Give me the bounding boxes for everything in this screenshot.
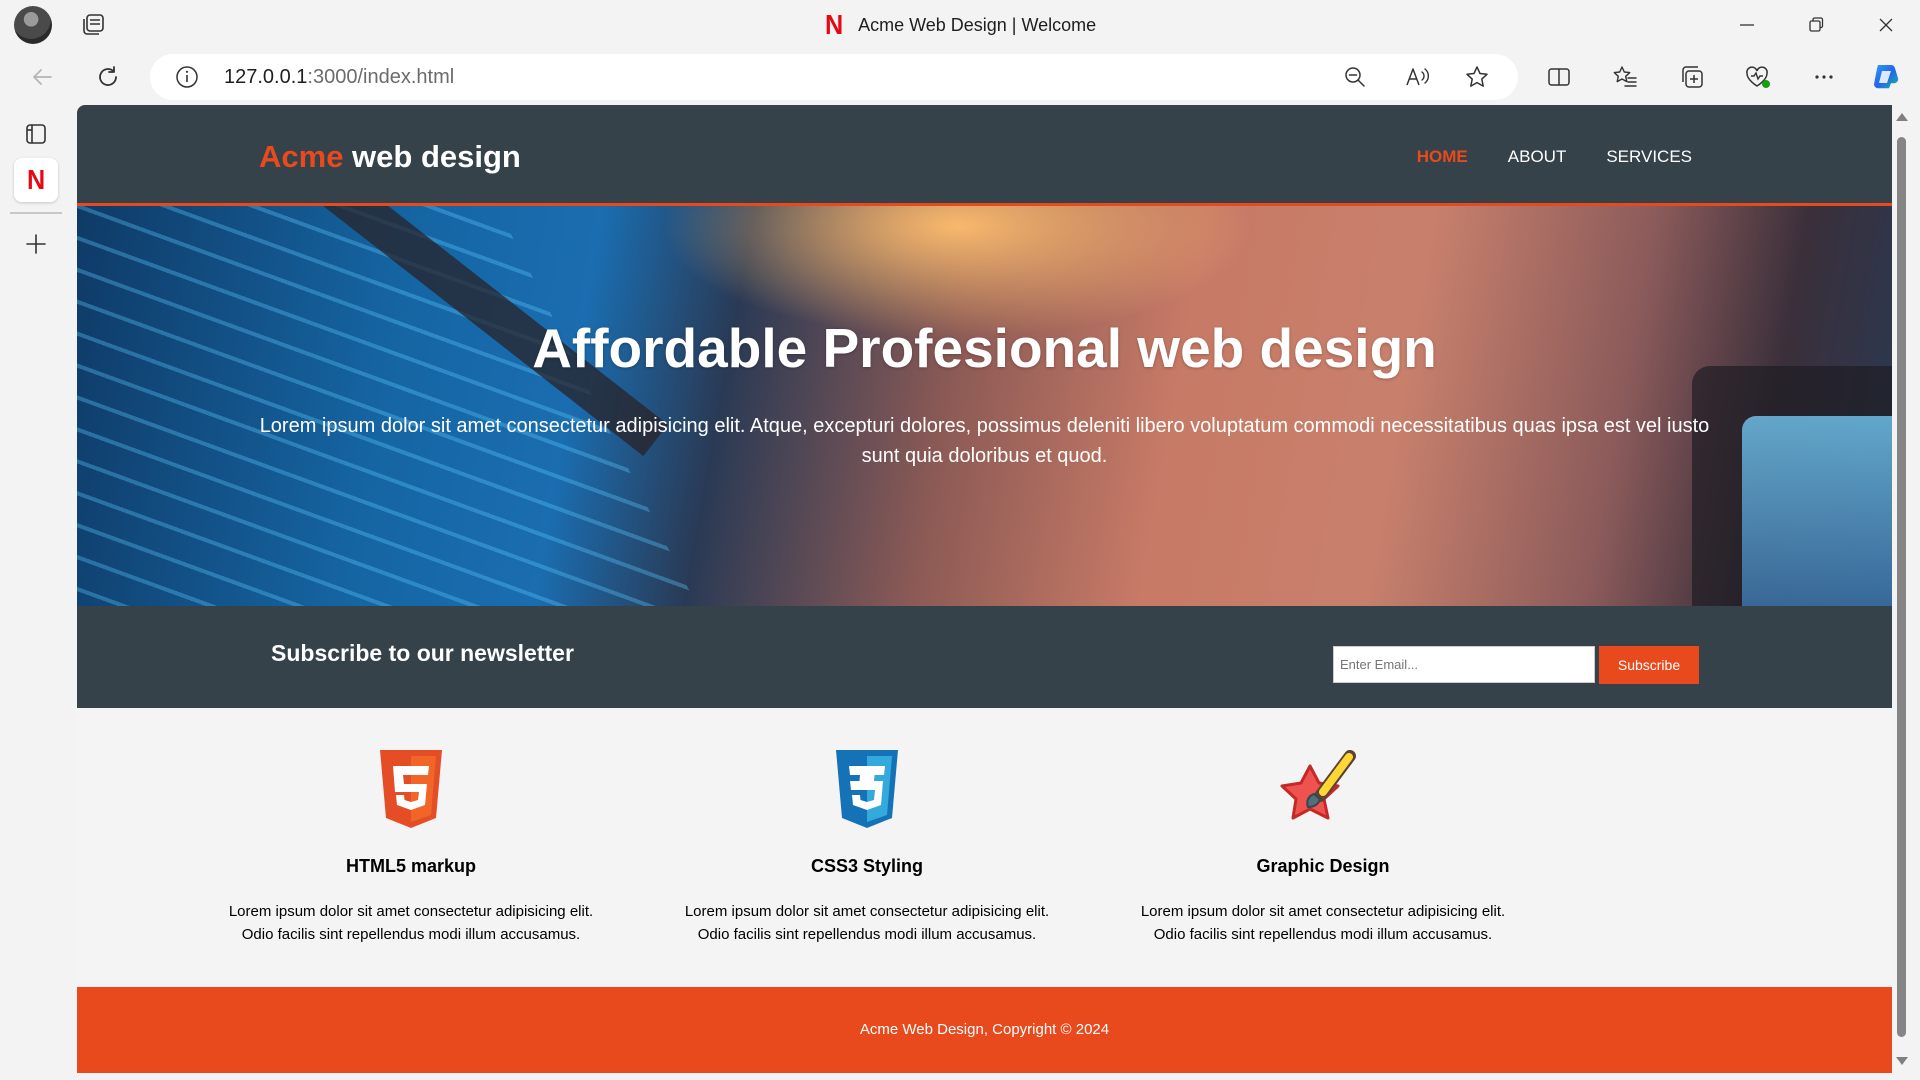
showcase-banner: Affordable Profesional web design Lorem … xyxy=(77,206,1892,606)
features-section: HTML5 markup Lorem ipsum dolor sit amet … xyxy=(77,708,1892,991)
feature-title: CSS3 Styling xyxy=(810,856,924,876)
page-scrollbar[interactable] xyxy=(1892,105,1910,1073)
newsletter-title: Subscribe to our newsletter xyxy=(271,640,574,666)
read-aloud-icon[interactable] xyxy=(1404,64,1432,95)
site-header: Acme web design HOME ABOUT SERVICES xyxy=(77,105,1892,206)
feature-text: Lorem ipsum dolor sit amet consectetur a… xyxy=(1140,903,1506,943)
favorite-star-icon[interactable] xyxy=(1464,64,1490,95)
new-tab-plus-icon[interactable] xyxy=(14,222,58,266)
feature-title: HTML5 markup xyxy=(345,856,477,876)
nav-home[interactable]: HOME xyxy=(1417,147,1468,167)
site-brand[interactable]: Acme web design xyxy=(259,139,521,175)
favorites-icon[interactable] xyxy=(1607,59,1643,95)
showcase-text: Lorem ipsum dolor sit amet consectetur a… xyxy=(259,415,1710,467)
url-path: :3000/index.html xyxy=(307,66,455,88)
close-window-icon[interactable] xyxy=(1871,10,1901,40)
scroll-up-arrow-icon[interactable] xyxy=(1896,113,1908,121)
nav-services[interactable]: SERVICES xyxy=(1606,147,1692,167)
feature-text: Lorem ipsum dolor sit amet consectetur a… xyxy=(684,903,1050,943)
browser-essentials-icon[interactable] xyxy=(1740,59,1776,95)
url-host: 127.0.0.1 xyxy=(224,66,308,88)
footer-copyright: Acme Web Design, Copyright © 2024 xyxy=(859,1021,1110,1038)
sidebar-divider xyxy=(10,212,62,214)
split-screen-icon[interactable] xyxy=(1541,59,1577,95)
html5-icon xyxy=(366,744,456,834)
site-info-icon[interactable] xyxy=(174,64,200,95)
nav-about[interactable]: ABOUT xyxy=(1508,147,1567,167)
window-title: Acme Web Design | Welcome xyxy=(858,14,1097,35)
url-text[interactable]: 127.0.0.1:3000/index.html xyxy=(224,66,454,89)
site-footer: Acme Web Design, Copyright © 2024 xyxy=(77,987,1892,1073)
showcase-title: Affordable Profesional web design xyxy=(532,317,1437,379)
feature-text: Lorem ipsum dolor sit amet consectetur a… xyxy=(228,903,594,943)
email-input[interactable]: Enter Email... xyxy=(1333,646,1595,683)
zoom-out-icon[interactable] xyxy=(1342,64,1368,95)
more-options-icon[interactable] xyxy=(1806,59,1842,95)
brand-highlight: Acme xyxy=(259,139,344,174)
title-bar: N Acme Web Design | Welcome xyxy=(0,0,1920,50)
scroll-down-arrow-icon[interactable] xyxy=(1896,1057,1908,1065)
css3-icon xyxy=(822,744,912,834)
back-arrow-icon[interactable] xyxy=(24,59,60,95)
netflix-tab-icon: N xyxy=(26,164,46,195)
netflix-favicon-icon: N xyxy=(824,9,844,40)
minimize-icon[interactable] xyxy=(1732,10,1762,40)
brand-rest: web design xyxy=(343,139,521,174)
web-page-viewport: Acme web design HOME ABOUT SERVICES Affo… xyxy=(77,105,1892,1073)
showcase-decor-screen xyxy=(1742,416,1892,606)
vertical-tab-sidebar: N xyxy=(0,104,72,1080)
address-bar[interactable]: 127.0.0.1:3000/index.html xyxy=(150,54,1518,100)
refresh-icon[interactable] xyxy=(90,59,126,95)
newsletter-section: Subscribe to our newsletter Enter Email.… xyxy=(77,606,1892,708)
copilot-icon[interactable] xyxy=(1868,59,1904,95)
graphic-design-icon xyxy=(1270,744,1360,834)
active-tab-netflix[interactable]: N xyxy=(14,158,58,202)
browser-toolbar: 127.0.0.1:3000/index.html xyxy=(0,50,1920,104)
site-nav: HOME ABOUT SERVICES xyxy=(1417,147,1692,167)
tab-panel-icon[interactable] xyxy=(14,112,58,156)
restore-icon[interactable] xyxy=(1801,10,1831,40)
feature-title: Graphic Design xyxy=(1256,856,1390,876)
scroll-thumb[interactable] xyxy=(1897,137,1906,1037)
window-title-area: N Acme Web Design | Welcome xyxy=(0,9,1920,40)
collections-icon[interactable] xyxy=(1674,59,1710,95)
subscribe-button[interactable]: Subscribe xyxy=(1599,646,1699,684)
